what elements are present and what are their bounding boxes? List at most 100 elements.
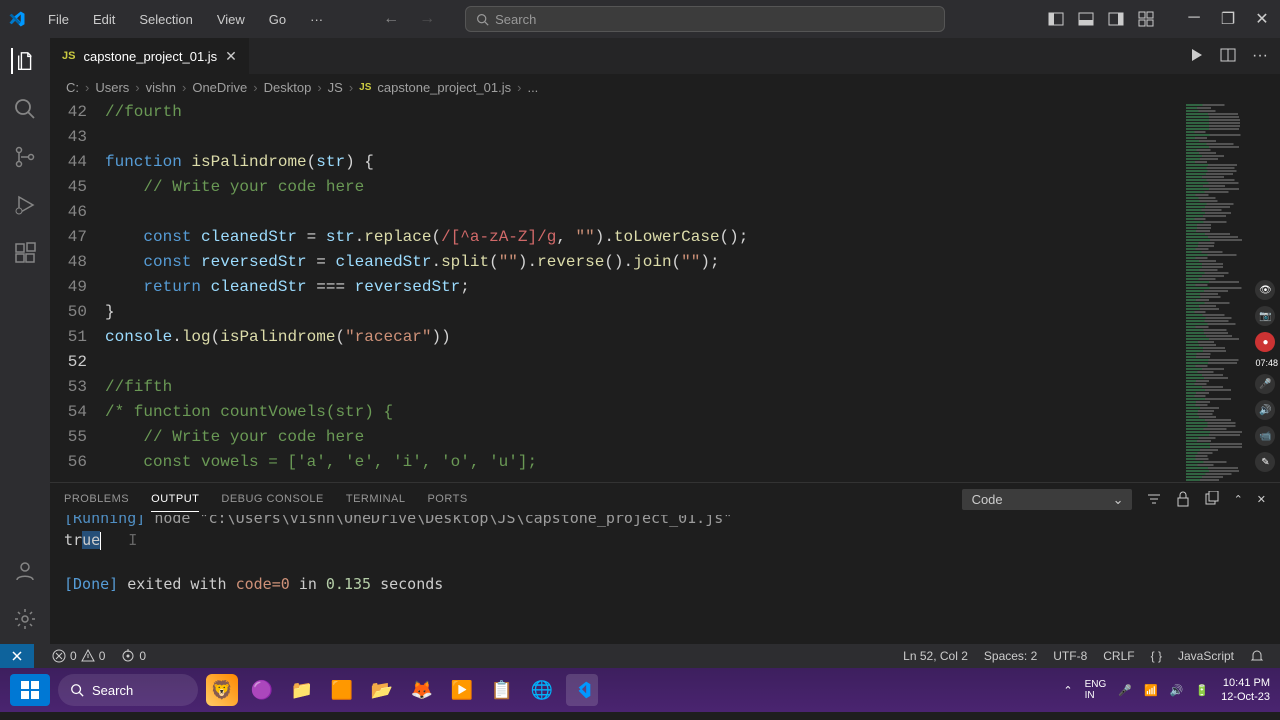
panel-tab-debug[interactable]: DEBUG CONSOLE bbox=[221, 487, 323, 511]
extensions-icon[interactable] bbox=[12, 240, 38, 266]
chevron-down-icon: ⌄ bbox=[1113, 492, 1124, 508]
taskbar-app-4[interactable]: 📂 bbox=[366, 674, 398, 706]
more-actions-icon[interactable]: ··· bbox=[1252, 47, 1268, 65]
status-cursor[interactable]: Ln 52, Col 2 bbox=[895, 649, 976, 663]
menu-more[interactable]: ··· bbox=[300, 8, 333, 31]
tray-mic-icon[interactable]: 🎤 bbox=[1118, 684, 1132, 697]
search-icon[interactable] bbox=[12, 96, 38, 122]
menu-go[interactable]: Go bbox=[259, 8, 296, 31]
status-braces[interactable]: { } bbox=[1143, 649, 1170, 663]
layout-controls bbox=[1048, 11, 1154, 27]
taskbar-vscode[interactable] bbox=[566, 674, 598, 706]
status-eol[interactable]: CRLF bbox=[1095, 649, 1142, 663]
windows-taskbar: Search 🦁 🟣 📁 🟧 📂 🦊 ▶️ 📋 🌐 ⌃ ENGIN 🎤 📶 🔊 … bbox=[0, 668, 1280, 712]
forward-arrow-icon[interactable]: → bbox=[419, 10, 435, 28]
status-ports[interactable]: 0 bbox=[113, 649, 154, 663]
panel-tabs: PROBLEMS OUTPUT DEBUG CONSOLE TERMINAL P… bbox=[50, 483, 1280, 515]
account-icon[interactable] bbox=[12, 558, 38, 584]
taskbar-app-1[interactable]: 🦁 bbox=[206, 674, 238, 706]
maximize-icon[interactable]: ❐ bbox=[1218, 9, 1238, 29]
panel-chevron-up-icon[interactable]: ⌃ bbox=[1234, 493, 1243, 506]
overlay-webcam-icon[interactable]: 📹 bbox=[1255, 426, 1275, 446]
bottom-panel: PROBLEMS OUTPUT DEBUG CONSOLE TERMINAL P… bbox=[50, 482, 1280, 644]
overlay-eye-icon[interactable]: 👁 bbox=[1255, 280, 1275, 300]
status-language[interactable]: JavaScript bbox=[1170, 649, 1242, 663]
window-controls: ─ ❐ ✕ bbox=[1184, 9, 1272, 29]
overlay-camera-icon[interactable]: 📷 bbox=[1255, 306, 1275, 326]
remote-indicator[interactable] bbox=[0, 644, 34, 668]
tray-volume-icon[interactable]: 🔊 bbox=[1170, 684, 1184, 697]
line-gutter: 424344454647484950515253545556 bbox=[50, 100, 105, 482]
taskbar-app-6[interactable]: 📋 bbox=[486, 674, 518, 706]
tray-wifi-icon[interactable]: 📶 bbox=[1144, 684, 1158, 697]
start-button[interactable] bbox=[10, 674, 50, 706]
tab-filename: capstone_project_01.js bbox=[83, 49, 217, 64]
tray-chevron-icon[interactable]: ⌃ bbox=[1063, 684, 1072, 697]
breadcrumb[interactable]: C:› Users› vishn› OneDrive› Desktop› JS›… bbox=[50, 74, 1280, 100]
settings-gear-icon[interactable] bbox=[12, 606, 38, 632]
javascript-file-icon: JS bbox=[359, 82, 371, 93]
recording-overlay: 👁 📷 ● 07:48 🎤 🔊 📹 ✎ bbox=[1255, 280, 1278, 472]
taskbar-search[interactable]: Search bbox=[58, 674, 198, 706]
activity-bar bbox=[0, 38, 50, 644]
source-control-icon[interactable] bbox=[12, 144, 38, 170]
close-icon[interactable]: ✕ bbox=[1252, 9, 1272, 29]
overlay-speaker-icon[interactable]: 🔊 bbox=[1255, 400, 1275, 420]
output-channel-select[interactable]: Code ⌄ bbox=[962, 489, 1132, 510]
run-debug-icon[interactable] bbox=[12, 192, 38, 218]
overlay-record-icon[interactable]: ● bbox=[1255, 332, 1275, 352]
taskbar-file-explorer[interactable]: 📁 bbox=[286, 674, 318, 706]
taskbar-app-5[interactable]: ▶️ bbox=[446, 674, 478, 706]
split-editor-icon[interactable] bbox=[1220, 47, 1236, 65]
status-errors[interactable]: 0 0 bbox=[44, 649, 113, 663]
menu-bar: File Edit Selection View Go ··· bbox=[38, 8, 333, 31]
code-editor[interactable]: 424344454647484950515253545556 //fourth … bbox=[50, 100, 1280, 482]
taskbar-app-3[interactable]: 🟧 bbox=[326, 674, 358, 706]
panel-tab-output[interactable]: OUTPUT bbox=[151, 487, 199, 512]
minimize-icon[interactable]: ─ bbox=[1184, 9, 1204, 29]
output-content[interactable]: [Running] node "c:\Users\vishn\OneDrive\… bbox=[50, 515, 1280, 644]
panel-lock-icon[interactable] bbox=[1176, 491, 1190, 507]
status-notifications-icon[interactable] bbox=[1242, 649, 1272, 663]
command-center-search[interactable]: Search bbox=[465, 6, 945, 32]
menu-file[interactable]: File bbox=[38, 8, 79, 31]
code-content[interactable]: //fourth function isPalindrome(str) { //… bbox=[105, 100, 1180, 482]
customize-layout-icon[interactable] bbox=[1138, 11, 1154, 27]
toggle-panel-icon[interactable] bbox=[1078, 11, 1094, 27]
javascript-file-icon: JS bbox=[62, 50, 75, 62]
overlay-edit-icon[interactable]: ✎ bbox=[1255, 452, 1275, 472]
statusbar: 0 0 0 Ln 52, Col 2 Spaces: 2 UTF-8 CRLF … bbox=[0, 644, 1280, 668]
search-placeholder: Search bbox=[495, 12, 536, 27]
run-play-icon[interactable] bbox=[1188, 47, 1204, 65]
explorer-icon[interactable] bbox=[11, 48, 37, 74]
menu-view[interactable]: View bbox=[207, 8, 255, 31]
panel-tab-problems[interactable]: PROBLEMS bbox=[64, 487, 129, 511]
status-spaces[interactable]: Spaces: 2 bbox=[976, 649, 1045, 663]
nav-arrows: ← → bbox=[383, 10, 435, 28]
menu-selection[interactable]: Selection bbox=[129, 8, 202, 31]
status-encoding[interactable]: UTF-8 bbox=[1045, 649, 1095, 663]
vscode-logo-icon bbox=[8, 10, 26, 28]
taskbar-tray: ⌃ ENGIN 🎤 📶 🔊 🔋 10:41 PM 12-Oct-23 bbox=[1063, 676, 1270, 705]
toggle-sidebar-icon[interactable] bbox=[1048, 11, 1064, 27]
taskbar-chrome[interactable]: 🌐 bbox=[526, 674, 558, 706]
titlebar: File Edit Selection View Go ··· ← → Sear… bbox=[0, 0, 1280, 38]
panel-tab-terminal[interactable]: TERMINAL bbox=[346, 487, 406, 511]
toggle-secondary-icon[interactable] bbox=[1108, 11, 1124, 27]
editor-area: JS capstone_project_01.js ✕ ··· C:› User… bbox=[50, 38, 1280, 644]
panel-tab-ports[interactable]: PORTS bbox=[427, 487, 467, 511]
tray-language[interactable]: ENGIN bbox=[1085, 679, 1107, 701]
tab-close-icon[interactable]: ✕ bbox=[225, 48, 237, 65]
tab-capstone-project[interactable]: JS capstone_project_01.js ✕ bbox=[50, 38, 249, 74]
overlay-timer: 07:48 bbox=[1255, 358, 1278, 368]
panel-filter-icon[interactable] bbox=[1146, 491, 1162, 507]
menu-edit[interactable]: Edit bbox=[83, 8, 125, 31]
taskbar-firefox[interactable]: 🦊 bbox=[406, 674, 438, 706]
taskbar-app-2[interactable]: 🟣 bbox=[246, 674, 278, 706]
overlay-mic-icon[interactable]: 🎤 bbox=[1255, 374, 1275, 394]
tray-battery-icon[interactable]: 🔋 bbox=[1195, 684, 1209, 697]
tray-clock[interactable]: 10:41 PM 12-Oct-23 bbox=[1221, 676, 1270, 705]
panel-clear-icon[interactable] bbox=[1204, 491, 1220, 507]
panel-close-icon[interactable]: ✕ bbox=[1257, 493, 1266, 506]
back-arrow-icon[interactable]: ← bbox=[383, 10, 399, 28]
